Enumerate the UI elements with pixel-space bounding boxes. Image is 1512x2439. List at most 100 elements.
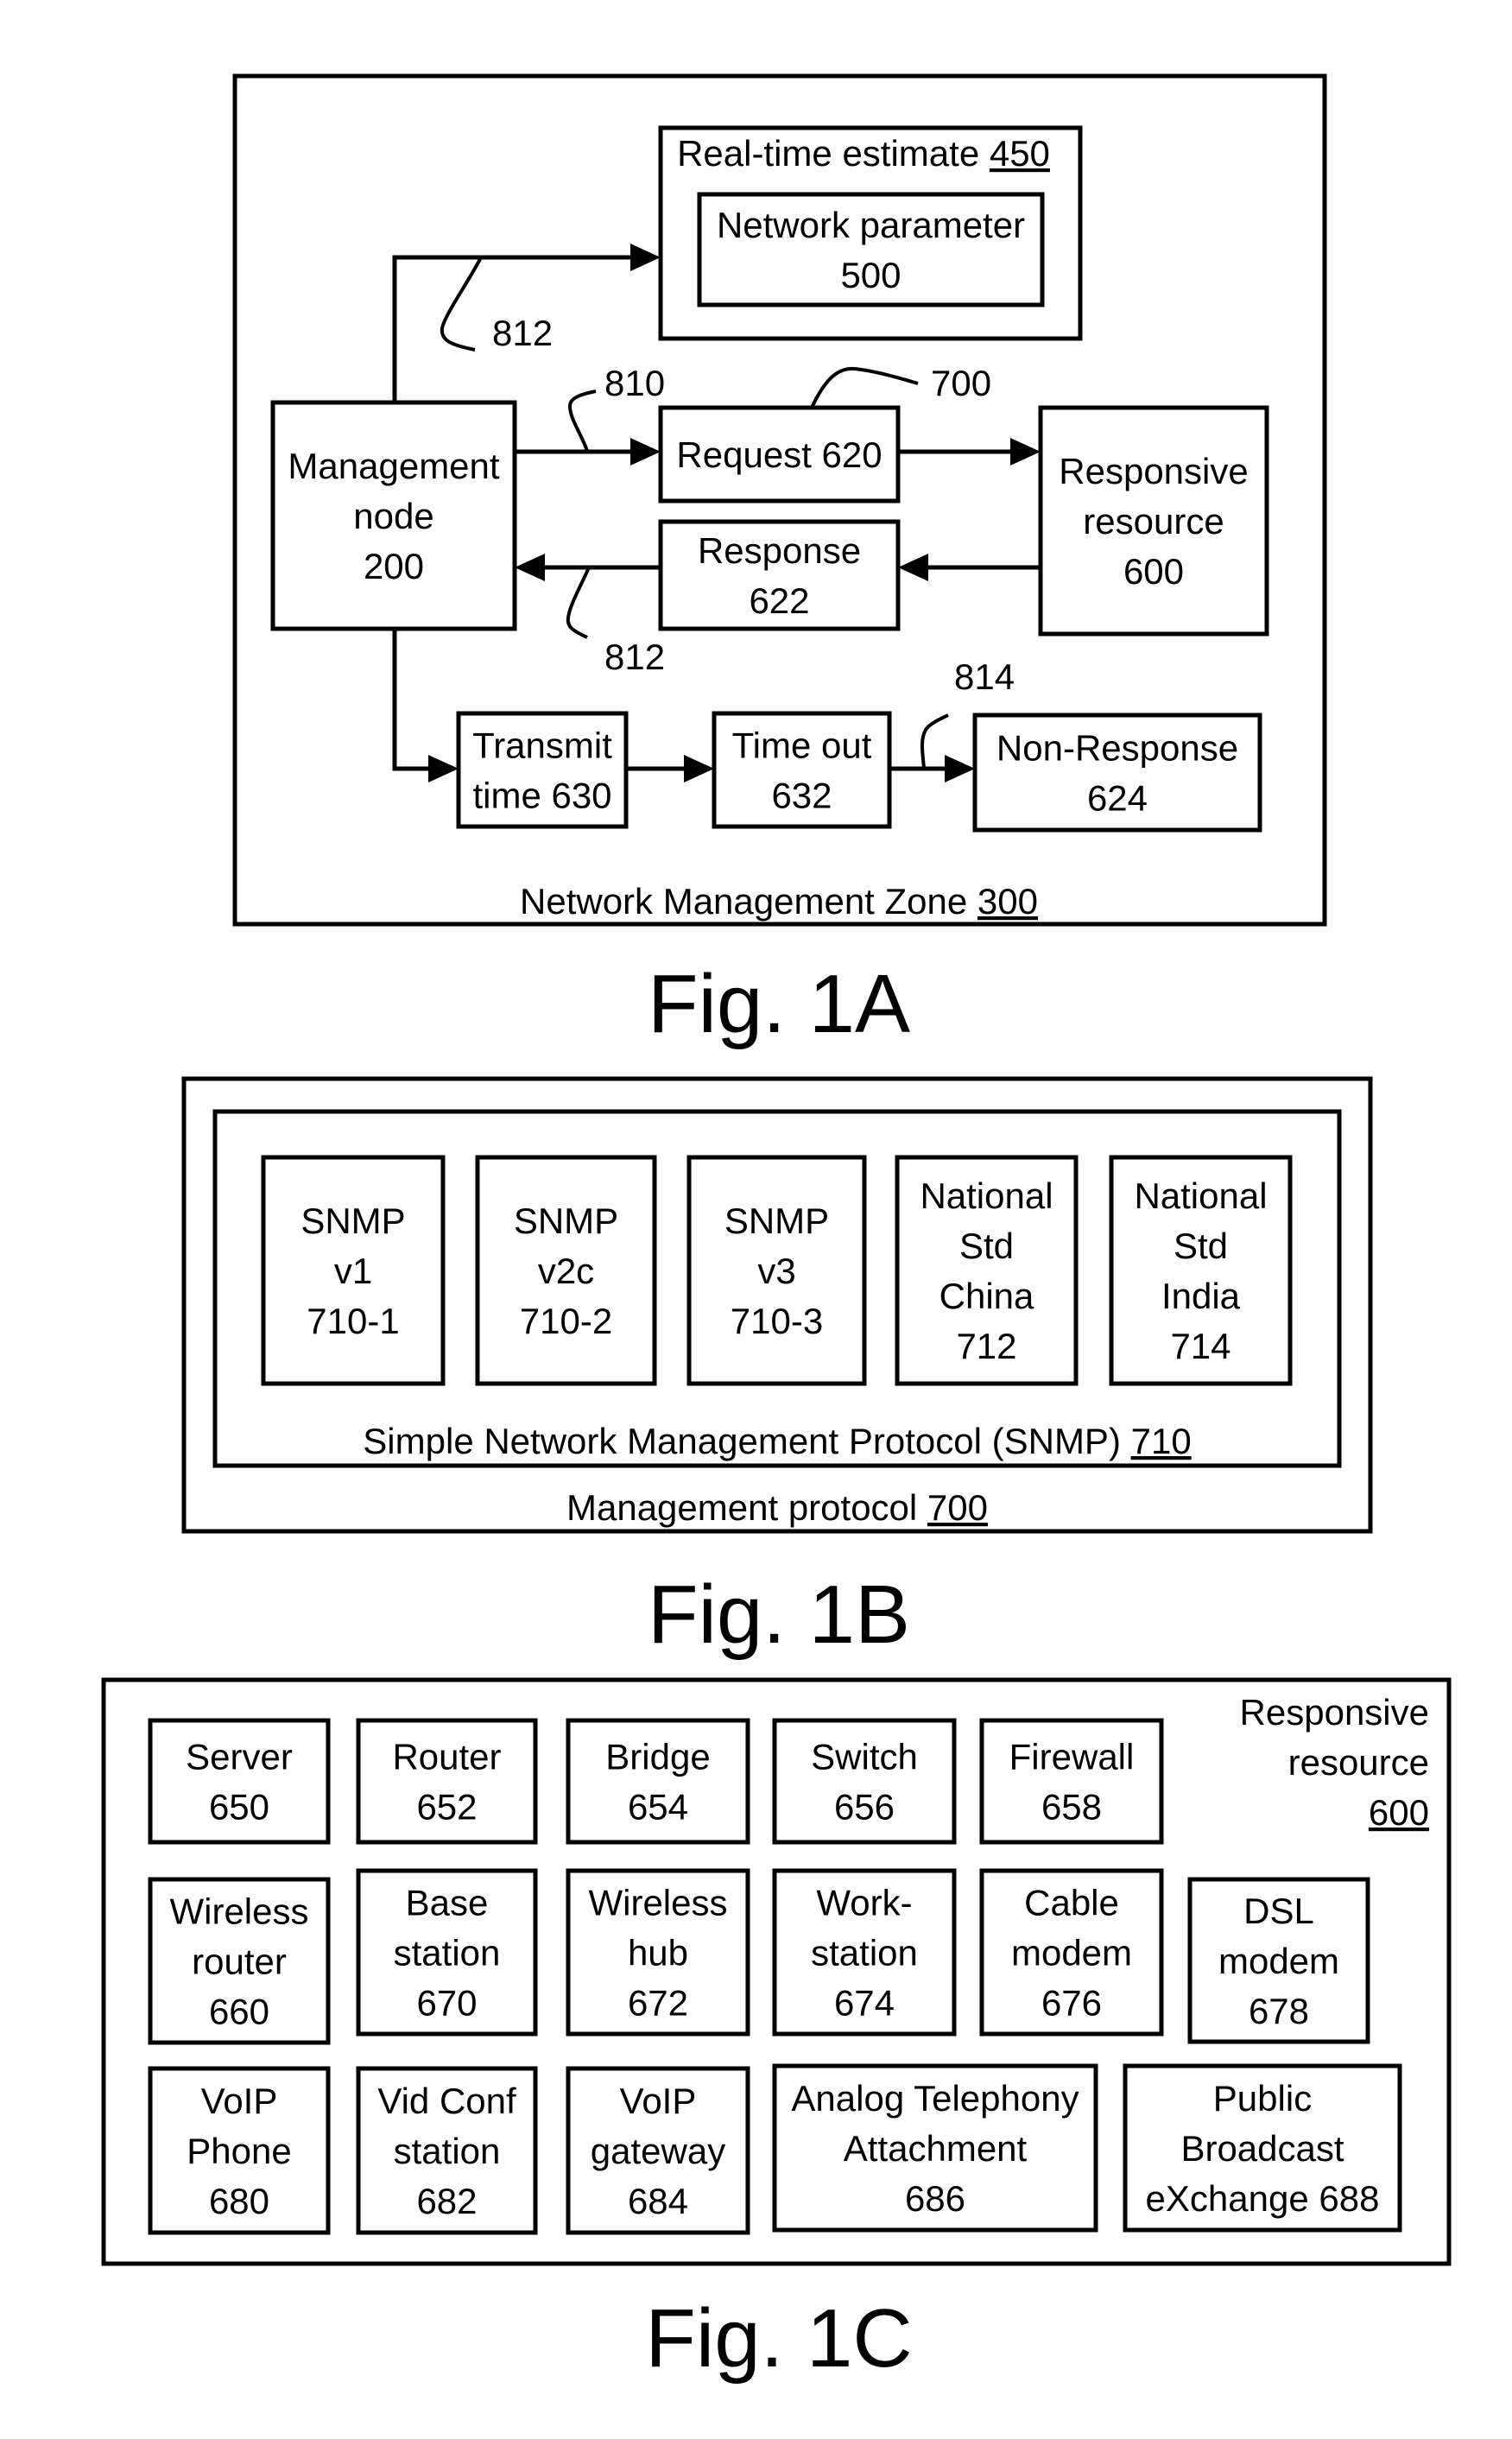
box-label-line: National <box>1134 1175 1267 1216</box>
analog-telephony-box: Analog Telephony Attachment 686 <box>772 2063 1098 2233</box>
arrowhead-to-response <box>898 554 928 581</box>
management-protocol-label: Management protocol 700 <box>566 1487 988 1528</box>
box-label-line: China <box>939 1276 1034 1316</box>
box-label-line: SNMP <box>301 1200 405 1241</box>
arrowhead-to-resource <box>1010 438 1041 466</box>
box-label-line: Request 620 <box>676 434 882 475</box>
box-label-line: 686 <box>905 2178 965 2219</box>
fig-1b: Simple Network Management Protocol (SNMP… <box>181 1076 1373 1661</box>
box-label-line: 600 <box>1123 551 1184 592</box>
box-label-line: VoIP <box>201 2081 278 2121</box>
mgmt-to-transmit-line <box>392 629 428 771</box>
cable-modem-box: Cable modem 676 <box>979 1868 1164 2037</box>
non-response-box: Non-Response 624 <box>972 713 1262 833</box>
box-label-line: 670 <box>416 1983 477 2024</box>
arrowhead-to-transmit <box>428 755 459 782</box>
box-label-line: 632 <box>771 776 832 816</box>
callout-812-top: 812 <box>492 313 553 353</box>
switch-box: Switch 656 <box>772 1718 957 1845</box>
box-label-line: modem <box>1218 1941 1339 1981</box>
network-management-zone-label: Network Management Zone 300 <box>520 881 1038 922</box>
box-label-line: v2c <box>538 1251 594 1291</box>
box-label-line: SNMP <box>514 1200 618 1241</box>
responsive-resource-box: Responsive resource 600 <box>1038 405 1269 637</box>
box-label-line: 712 <box>956 1326 1016 1366</box>
box-label-line: 652 <box>416 1787 477 1828</box>
callout-700-leader <box>810 366 919 409</box>
box-label-line: v1 <box>334 1251 372 1291</box>
box-label-line: Cable <box>1024 1883 1119 1923</box>
patent-figure-sheet: Network Management Zone 300 Real-time es… <box>101 73 1452 2385</box>
box-label-line: resource <box>1083 501 1224 542</box>
box-label-line: v3 <box>757 1251 795 1291</box>
box-label-line: 660 <box>209 1992 269 2032</box>
box-label-line: 710-1 <box>307 1301 399 1341</box>
box-label-line: Work- <box>816 1883 912 1923</box>
box-label-line: Analog Telephony <box>791 2078 1079 2119</box>
snmp-v2c-box: SNMP v2c 710-2 <box>475 1155 657 1386</box>
box-label-line: Wireless <box>588 1883 727 1923</box>
box-label-line: 714 <box>1170 1326 1230 1366</box>
box-label-line: SNMP <box>724 1200 829 1241</box>
box-label-line: router <box>192 1942 287 1982</box>
box-label-line: Base <box>406 1883 489 1923</box>
fig-1a-caption: Fig. 1A <box>648 958 910 1050</box>
box-label-line: Broadcast <box>1180 2128 1344 2169</box>
vid-conf-station-box: Vid Conf station 682 <box>356 2066 538 2235</box>
box-label-line: 678 <box>1249 1991 1309 2031</box>
box-label-line: 674 <box>834 1983 895 2024</box>
base-station-box: Base station 670 <box>356 1868 538 2037</box>
responsive-resource-title-line-2: resource <box>1288 1742 1429 1783</box>
box-label-line: 676 <box>1041 1983 1102 2024</box>
box-label-line: station <box>394 2131 501 2171</box>
box-label-line: node <box>353 496 433 536</box>
box-label-line: Attachment <box>844 2128 1028 2169</box>
box-label-line: 650 <box>209 1787 269 1828</box>
workstation-box: Work-station 674 <box>772 1868 957 2037</box>
box-label-line: 654 <box>628 1787 688 1828</box>
box-label-line: 622 <box>749 580 809 621</box>
national-std-india-box: National Std India 714 <box>1109 1155 1293 1386</box>
wireless-router-box: Wireless router 660 <box>148 1877 331 2045</box>
callout-814-leader <box>920 713 949 769</box>
snmp-v1-box: SNMP v1 710-1 <box>261 1155 446 1386</box>
router-box: Router 652 <box>356 1718 538 1845</box>
arrowhead-to-estimate <box>630 244 661 271</box>
arrowhead-to-mgmt <box>515 554 545 581</box>
box-label-line: National <box>920 1175 1053 1216</box>
arrowhead-to-nonresponse <box>945 755 975 782</box>
fig-1c-caption: Fig. 1C <box>645 2292 912 2385</box>
transmit-time-box: Transmit time 630 <box>456 711 629 829</box>
box-label-line: Wireless <box>169 1891 308 1932</box>
zone-ref: 300 <box>977 881 1038 922</box>
box-label-line: station <box>394 1933 501 1973</box>
responsive-resource-title-line-1: Responsive <box>1240 1692 1429 1733</box>
box-label-line: Phone <box>187 2131 291 2171</box>
box-label-line: hub <box>628 1933 688 1973</box>
box-label-line: Non-Response <box>996 728 1238 769</box>
box-label-line: 624 <box>1087 778 1148 819</box>
box-label-line: 684 <box>628 2181 688 2221</box>
callout-812-bottom: 812 <box>604 637 665 677</box>
box-label-line: 672 <box>628 1983 688 2024</box>
callout-814: 814 <box>954 656 1015 697</box>
box-label-line: Server <box>186 1737 293 1777</box>
public-broadcast-exchange-box: Public Broadcast eXchange 688 <box>1123 2063 1402 2233</box>
firewall-box: Firewall 658 <box>979 1718 1164 1845</box>
request-box: Request 620 <box>658 405 901 504</box>
management-node-box: Management node 200 <box>270 400 517 631</box>
voip-gateway-box: VoIP gateway 684 <box>566 2066 750 2235</box>
box-label-line: Std <box>959 1226 1014 1266</box>
box-label-line: Std <box>1174 1226 1228 1266</box>
box-label-line: Management <box>288 446 499 486</box>
fig-1c: Responsive resource 600 Server 650 Router… <box>101 1677 1452 2385</box>
callout-812-bottom-leader <box>566 567 591 639</box>
box-label-line: 656 <box>834 1787 895 1828</box>
realtime-estimate-label: Real-time estimate 450 <box>677 133 1050 174</box>
network-parameter-box: Network parameter 500 <box>697 192 1045 307</box>
box-label-line: Switch <box>811 1737 918 1777</box>
server-box: Server 650 <box>148 1718 331 1845</box>
bridge-box: Bridge 654 <box>566 1718 750 1845</box>
box-label-line: 658 <box>1041 1787 1102 1828</box>
callout-810-leader <box>567 390 597 452</box>
